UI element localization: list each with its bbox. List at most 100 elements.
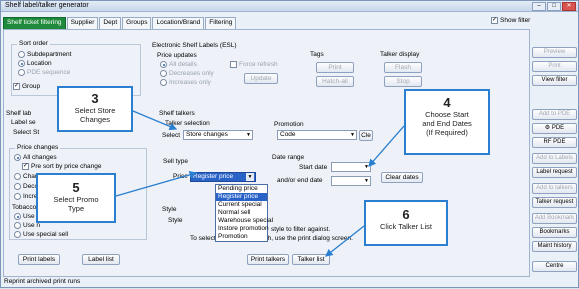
add-bookmark-button[interactable]: Add Bookmark bbox=[532, 213, 577, 224]
group-checkbox-row[interactable]: ✓ Group bbox=[13, 83, 40, 90]
radio-icon[interactable] bbox=[160, 61, 167, 68]
label-request-button[interactable]: Label request bbox=[532, 167, 577, 178]
radio-icon[interactable] bbox=[14, 222, 21, 229]
preview-button[interactable]: Preview bbox=[532, 47, 577, 58]
print-labels-button[interactable]: Print labels bbox=[18, 254, 60, 265]
group-checkbox[interactable]: ✓ bbox=[13, 83, 20, 90]
style-label: Style bbox=[168, 217, 183, 224]
tab-dept[interactable]: Dept bbox=[99, 17, 122, 29]
add-to-pde-button[interactable]: Add to PDE bbox=[532, 109, 577, 120]
sort-pde-sequence[interactable]: PDE sequence bbox=[18, 69, 70, 76]
radio-icon[interactable] bbox=[14, 193, 21, 200]
talker-list-button[interactable]: Talker list bbox=[292, 254, 330, 265]
reprint-archived-bar[interactable]: Reprint archived print runs bbox=[1, 278, 578, 288]
esl-decreases-only[interactable]: Decreases only bbox=[160, 70, 214, 77]
chevron-down-icon: ▼ bbox=[364, 164, 369, 170]
flash-button[interactable]: Flash bbox=[384, 62, 422, 73]
end-date-field[interactable]: ▼ bbox=[331, 176, 371, 186]
maint-history-button[interactable]: Maint history bbox=[532, 241, 577, 252]
gear-icon: ⚙ bbox=[544, 125, 552, 131]
tab-shelf-ticket-filtering[interactable]: Shelf ticket filtering bbox=[3, 17, 66, 29]
all-changes-radio[interactable]: All changes bbox=[14, 154, 57, 161]
chevron-down-icon: ▼ bbox=[246, 173, 254, 181]
radio-icon[interactable] bbox=[18, 51, 25, 58]
promotion-dropdown[interactable]: Code ▼ bbox=[277, 130, 357, 140]
callout-step-5: 5 Select Promo Type bbox=[36, 173, 116, 223]
price-option[interactable]: Pending price bbox=[216, 185, 267, 193]
price-option[interactable]: Register price bbox=[216, 193, 267, 201]
price-updates-title: Price updates bbox=[157, 52, 197, 59]
price-option[interactable]: Normal sell bbox=[216, 209, 267, 217]
radio-icon[interactable] bbox=[18, 69, 25, 76]
date-range-title: Date range bbox=[272, 154, 305, 161]
tab-groups[interactable]: Groups bbox=[122, 17, 152, 29]
rf-pde-button[interactable]: RF PDE bbox=[532, 137, 577, 148]
esl-all-details[interactable]: All details bbox=[160, 61, 197, 68]
price-changes-title: Price changes bbox=[15, 144, 61, 151]
start-date-field[interactable]: ▼ bbox=[331, 162, 371, 172]
force-refresh-checkbox[interactable] bbox=[230, 61, 237, 68]
price-option[interactable]: Instore promotion bbox=[216, 225, 269, 233]
print-button[interactable]: Print bbox=[532, 61, 577, 72]
sort-location[interactable]: Location bbox=[18, 60, 52, 67]
force-refresh-row[interactable]: Force refresh bbox=[230, 61, 278, 68]
talker-request-button[interactable]: Talker request bbox=[532, 197, 577, 208]
label-list-button[interactable]: Label list bbox=[82, 254, 120, 265]
radio-icon[interactable] bbox=[160, 79, 167, 86]
hatch-all-button[interactable]: Hatch-all bbox=[316, 76, 354, 87]
sort-subdepartment[interactable]: Subdepartment bbox=[18, 51, 71, 58]
price-option[interactable]: Warehouse special bbox=[216, 217, 273, 225]
chevron-down-icon: ▼ bbox=[246, 132, 251, 138]
bookmarks-button[interactable]: Bookmarks bbox=[532, 227, 577, 238]
talker-select-dropdown[interactable]: Store changes ▼ bbox=[183, 130, 253, 140]
radio-icon[interactable] bbox=[14, 231, 21, 238]
decreases-radio[interactable]: Deco bbox=[14, 183, 38, 190]
tab-supplier[interactable]: Supplier bbox=[66, 17, 99, 29]
changes-radio[interactable]: Chan bbox=[14, 173, 39, 180]
clear-promotion-button[interactable]: Cle bbox=[359, 130, 373, 141]
price-option[interactable]: Promotion bbox=[216, 233, 267, 241]
close-button[interactable]: ✕ bbox=[562, 2, 576, 11]
tab-location-brand[interactable]: Location/Brand bbox=[152, 17, 205, 29]
show-filter-checkbox[interactable]: ✓ bbox=[491, 17, 498, 24]
chevron-down-icon: ▼ bbox=[364, 178, 369, 184]
view-filter-button[interactable]: View filter bbox=[532, 75, 577, 86]
radio-icon[interactable] bbox=[14, 173, 21, 180]
pre-sort-row[interactable]: ✓ Pre sort by price change bbox=[22, 163, 101, 170]
stop-button[interactable]: Stop bbox=[384, 76, 422, 87]
show-filter-toggle[interactable]: ✓ Show filter bbox=[491, 17, 530, 24]
tags-print-button[interactable]: Print bbox=[316, 62, 354, 73]
pde-button[interactable]: ⚙ PDE bbox=[532, 123, 577, 134]
increases-radio[interactable]: Incre bbox=[14, 193, 37, 200]
esl-group: Electronic Shelf Labels (ESL) Price upda… bbox=[152, 42, 422, 90]
tab-filtering[interactable]: Filtering bbox=[205, 17, 237, 29]
esl-increases-only[interactable]: Increases only bbox=[160, 79, 211, 86]
radio-icon[interactable] bbox=[18, 60, 25, 67]
print-talkers-button[interactable]: Print talkers bbox=[247, 254, 289, 265]
radio-icon[interactable] bbox=[14, 213, 21, 220]
centre-button[interactable]: Centre bbox=[532, 261, 577, 272]
promotion-title: Promotion bbox=[274, 121, 304, 128]
add-to-labels-button[interactable]: Add to Labels bbox=[532, 153, 577, 164]
update-button[interactable]: Update bbox=[244, 73, 278, 84]
use-special-radio[interactable]: Use special sell bbox=[14, 231, 68, 238]
talker-select-label: Select bbox=[162, 132, 181, 139]
minimize-button[interactable]: – bbox=[532, 2, 546, 11]
radio-icon[interactable] bbox=[160, 70, 167, 77]
radio-icon[interactable] bbox=[14, 183, 21, 190]
price-dropdown[interactable]: Register price ▼ bbox=[190, 172, 256, 182]
pre-sort-checkbox[interactable]: ✓ bbox=[22, 163, 29, 170]
radio-icon[interactable] bbox=[14, 154, 21, 161]
clear-dates-button[interactable]: Clear dates bbox=[381, 172, 423, 183]
price-option[interactable]: Current special bbox=[216, 201, 267, 209]
maximize-button[interactable]: □ bbox=[547, 2, 561, 11]
start-date-label: Start date bbox=[299, 164, 328, 171]
price-label: Price bbox=[173, 173, 188, 180]
label-select-value[interactable]: St bbox=[33, 129, 39, 136]
use-n2-radio[interactable]: Use n bbox=[14, 222, 40, 229]
window-title: Shelf label/talker generator bbox=[5, 2, 89, 9]
price-dropdown-list[interactable]: Pending price Register price Current spe… bbox=[215, 184, 273, 242]
app-window: Shelf label/talker generator – □ ✕ Shelf… bbox=[0, 0, 579, 288]
add-to-talkers-button[interactable]: Add to talkers bbox=[532, 183, 577, 194]
shelf-labels-title: Shelf lab bbox=[6, 110, 32, 117]
